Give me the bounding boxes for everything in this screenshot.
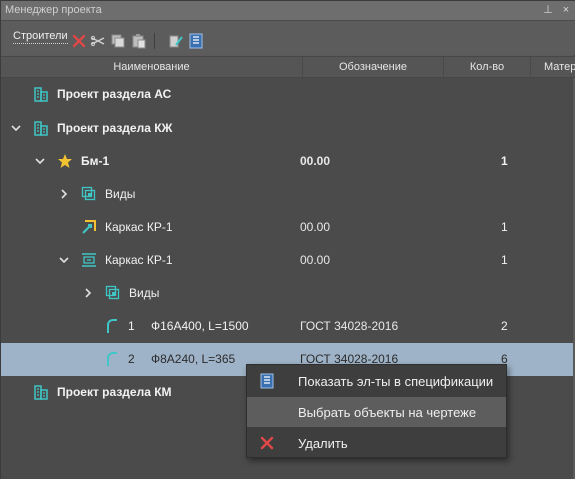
row-designation: ГОСТ 34028-2016	[300, 319, 399, 333]
column-quantity[interactable]: Кол-во	[444, 57, 531, 78]
star-icon	[57, 153, 73, 169]
tree-row[interactable]: Каркас КР-1 00.00 1	[1, 211, 575, 244]
position-number: 1	[128, 319, 135, 333]
context-menu-item[interactable]: Выбрать объекты на чертеже	[247, 397, 506, 427]
row-name: Проект раздела КЖ	[57, 121, 173, 135]
copy-icon[interactable]	[110, 33, 126, 49]
tree-row[interactable]: Проект раздела АС	[1, 78, 575, 111]
rebar-icon	[104, 318, 120, 334]
context-menu-label: Выбрать объекты на чертеже	[298, 405, 477, 420]
row-name: Проект раздела АС	[57, 87, 172, 101]
context-menu-label: Показать эл-ты в спецификации	[298, 374, 494, 389]
context-menu-item[interactable]: Показать эл-ты в спецификации	[247, 366, 506, 396]
project-manager-panel: Менеджер проекта ⊥ × Строители Наименова…	[0, 0, 575, 479]
paste-icon[interactable]	[131, 33, 147, 49]
cut-icon[interactable]	[90, 33, 106, 49]
row-name: Виды	[129, 286, 160, 300]
tree-row[interactable]: 1 Ф16А400, L=1500 ГОСТ 34028-2016 2	[1, 310, 575, 343]
chevron-down-icon[interactable]	[58, 253, 70, 267]
pin-icon[interactable]: ⊥	[541, 3, 555, 17]
row-designation: 00.00	[300, 253, 331, 267]
toolbar: Строители	[1, 21, 575, 55]
tree-row[interactable]: Каркас КР-1 00.00 1	[1, 244, 575, 277]
spec-icon[interactable]	[188, 33, 204, 49]
row-name: Проект раздела КМ	[57, 385, 172, 399]
building-icon	[33, 120, 49, 136]
delete-icon[interactable]	[71, 33, 87, 49]
position-number: 2	[128, 352, 135, 366]
builders-tab[interactable]: Строители	[13, 30, 68, 44]
row-designation: 00.00	[300, 220, 331, 234]
row-name: Бм-1	[81, 154, 110, 168]
row-name: Виды	[105, 187, 136, 201]
row-name: Ф8А240, L=365	[151, 352, 236, 366]
edit-icon[interactable]	[168, 33, 184, 49]
chevron-down-icon[interactable]	[10, 121, 22, 135]
toolbar-separator	[154, 33, 155, 49]
row-quantity: 2	[501, 319, 508, 333]
views-icon	[81, 186, 97, 202]
frame-link-icon	[81, 219, 97, 235]
row-name: Каркас КР-1	[105, 220, 173, 234]
tree-row[interactable]: Виды	[1, 178, 575, 211]
building-icon	[33, 384, 49, 400]
row-quantity: 1	[501, 253, 508, 267]
row-name: Каркас КР-1	[105, 253, 173, 267]
column-name[interactable]: Наименование	[1, 57, 303, 78]
tree-row[interactable]: Виды	[1, 277, 575, 310]
frame-icon	[81, 252, 97, 268]
row-name: Ф16А400, L=1500	[151, 319, 249, 333]
chevron-right-icon[interactable]	[82, 286, 94, 300]
table-header: Наименование Обозначение Кол-во Матер	[1, 56, 575, 78]
rebar-icon	[104, 351, 120, 367]
tree-row[interactable]: Бм-1 00.00 1	[1, 145, 575, 178]
context-menu: Показать эл-ты в спецификации Выбрать объ…	[246, 364, 507, 458]
views-icon	[105, 285, 121, 301]
building-icon	[33, 86, 49, 102]
row-quantity: 1	[501, 154, 508, 168]
tree-row[interactable]: Проект раздела КЖ	[1, 112, 575, 145]
context-menu-label: Удалить	[298, 436, 348, 451]
close-icon[interactable]: ×	[559, 3, 573, 17]
delete-icon	[259, 435, 275, 451]
row-quantity: 1	[501, 220, 508, 234]
spec-icon	[259, 373, 275, 389]
row-designation: 00.00	[300, 154, 331, 168]
window-title: Менеджер проекта	[5, 4, 102, 16]
title-bar: Менеджер проекта ⊥ ×	[1, 1, 575, 21]
column-designation[interactable]: Обозначение	[303, 57, 444, 78]
context-menu-item[interactable]: Удалить	[247, 428, 506, 458]
chevron-down-icon[interactable]	[34, 154, 46, 168]
column-material[interactable]: Матер	[531, 57, 575, 78]
chevron-right-icon[interactable]	[58, 187, 70, 201]
